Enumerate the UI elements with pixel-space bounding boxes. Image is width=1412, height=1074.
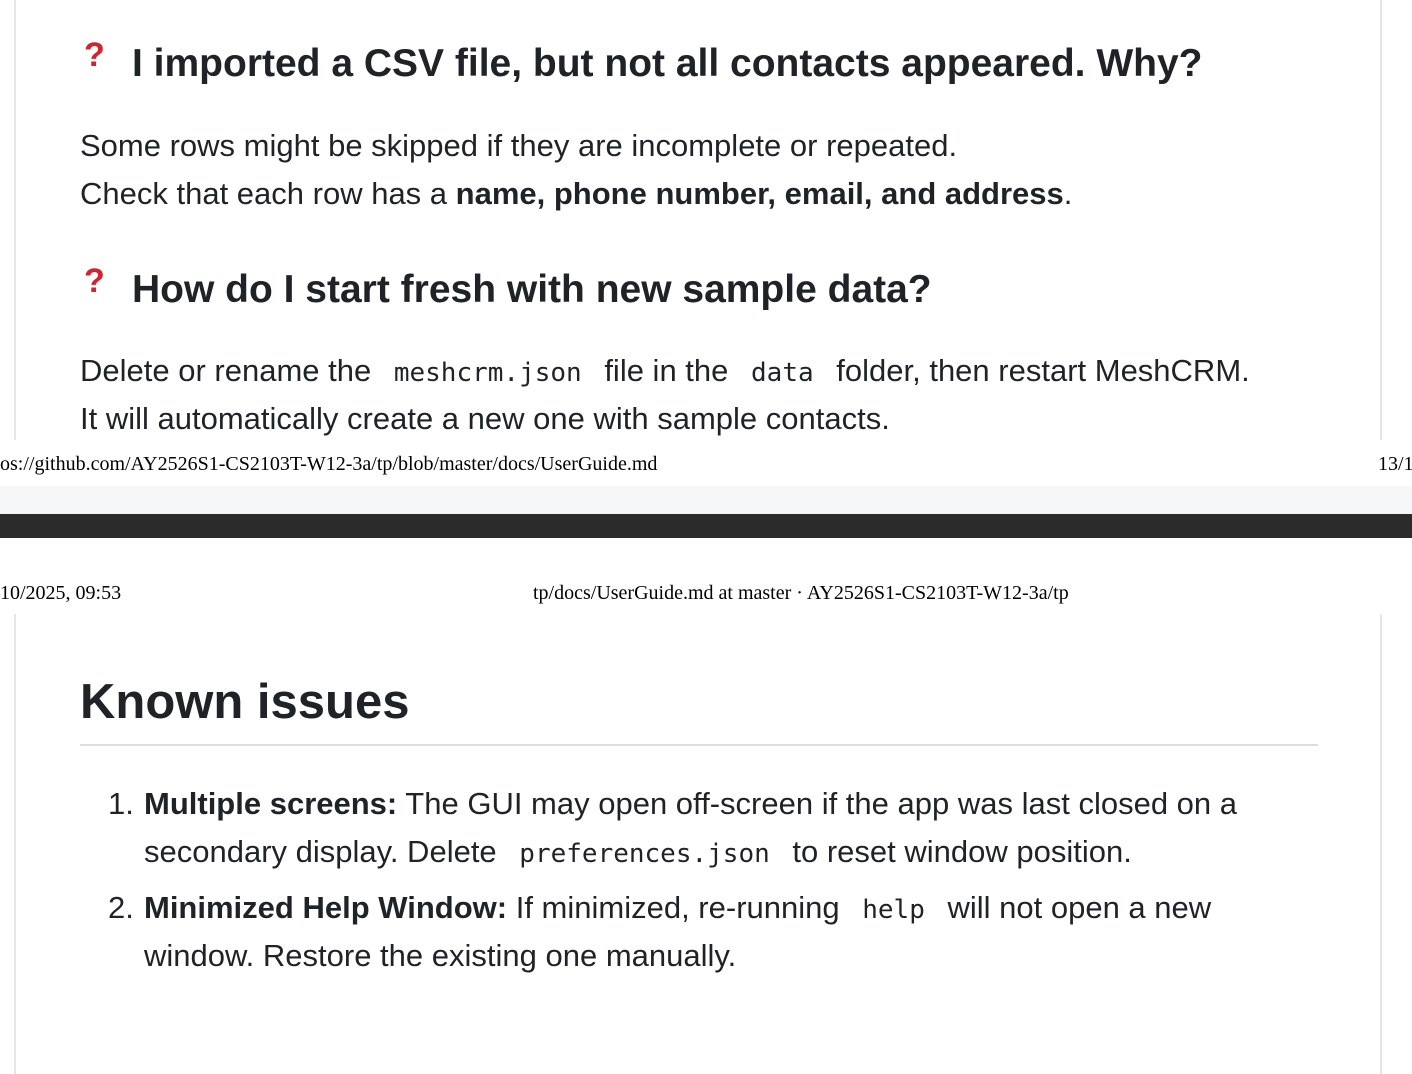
list-number: 2. bbox=[108, 890, 134, 925]
question-mark-icon: ? bbox=[84, 36, 105, 74]
issue-title: Minimized Help Window: bbox=[144, 890, 508, 925]
heading-divider bbox=[80, 744, 1318, 746]
known-issue-item-continued: window. Restore the existing one manuall… bbox=[144, 938, 737, 973]
code-preferences-json: preferences.json bbox=[519, 839, 770, 869]
faq-question-text: How do I start fresh with new sample dat… bbox=[132, 268, 932, 311]
faq-answer-line: Delete or rename the meshcrm.json file i… bbox=[80, 353, 1250, 388]
page-gap bbox=[0, 486, 1412, 514]
known-issues-heading: Known issues bbox=[80, 675, 410, 729]
print-header-title: tp/docs/UserGuide.md at master · AY2526S… bbox=[533, 582, 1069, 604]
required-fields: name, phone number, email, and address bbox=[455, 176, 1064, 211]
code-meshcrm-json: meshcrm.json bbox=[393, 358, 582, 388]
faq-answer-line: Some rows might be skipped if they are i… bbox=[80, 128, 958, 163]
faq-answer-line: It will automatically create a new one w… bbox=[80, 401, 890, 436]
known-issue-item: 1. Multiple screens: The GUI may open off… bbox=[108, 780, 1237, 828]
faq-answer-line: Check that each row has a name, phone nu… bbox=[80, 176, 1073, 211]
faq-question-fresh-start: ? How do I start fresh with new sample d… bbox=[84, 262, 932, 314]
code-data-folder: data bbox=[751, 358, 814, 388]
page-top: ? I imported a CSV file, but not all con… bbox=[0, 0, 1412, 440]
question-mark-icon: ? bbox=[84, 262, 105, 300]
known-issue-item-continued: secondary display. Delete preferences.js… bbox=[144, 834, 1132, 869]
print-footer-page: 13/1 bbox=[1378, 453, 1412, 475]
code-help-command: help bbox=[862, 895, 925, 925]
list-number: 1. bbox=[108, 786, 134, 821]
print-header-datetime: 10/2025, 09:53 bbox=[0, 582, 122, 604]
page-separator bbox=[0, 514, 1412, 538]
faq-question-csv-import: ? I imported a CSV file, but not all con… bbox=[84, 36, 1203, 88]
faq-question-text: I imported a CSV file, but not all conta… bbox=[132, 42, 1203, 85]
print-footer-url: os://github.com/AY2526S1-CS2103T-W12-3a/… bbox=[0, 453, 658, 475]
issue-title: Multiple screens: bbox=[144, 786, 398, 821]
known-issue-item: 2. Minimized Help Window: If minimized, r… bbox=[108, 884, 1211, 934]
